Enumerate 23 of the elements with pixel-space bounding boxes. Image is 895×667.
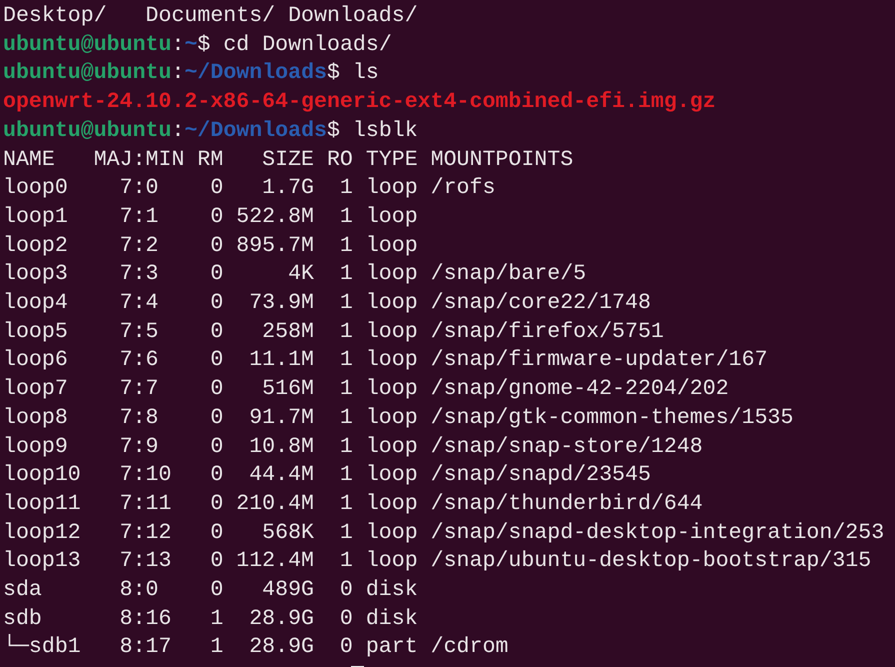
output-line: loop4 7:4 0 73.9M 1 loop /snap/core22/1748	[3, 290, 651, 318]
output-line: sdb 8:16 1 28.9G 0 disk	[3, 606, 418, 633]
output-line: loop11 7:11 0 210.4M 1 loop /snap/thunderbird/644	[3, 490, 703, 518]
output-line: loop1 7:1 0 522.8M 1 loop	[3, 204, 418, 231]
output-line: loop9 7:9 0 10.8M 1 loop /snap/snap-store/1248	[3, 434, 703, 461]
output-line: loop12 7:12 0 568K 1 loop /snap/snapd-desktop-integration/253	[3, 520, 884, 547]
output-line: loop5 7:5 0 258M 1 loop /snap/firefox/5751	[3, 318, 664, 346]
output-line: loop8 7:8 0 91.7M 1 loop /snap/gtk-common-themes/1535	[3, 404, 794, 432]
output-line: loop2 7:2 0 895.7M 1 loop	[3, 232, 418, 260]
output-line: loop7 7:7 0 516M 1 loop /snap/gnome-42-2204/202	[3, 376, 729, 404]
output-line: loop6 7:6 0 11.1M 1 loop /snap/firmware-updater/167	[3, 347, 768, 374]
output-line: └─sdb1 8:17 1 28.9G 0 part /cdrom	[3, 633, 508, 662]
file-name-line: openwrt-24.10.2-x86-64-generic-ext4-combined-efi.img.gz	[3, 89, 716, 116]
output-line: loop13 7:13 0 112.4M 1 loop /snap/ubuntu-desktop-bootstrap/315	[3, 548, 872, 576]
output-line: loop0 7:0 0 1.7G 1 loop /rofs	[3, 175, 496, 202]
output-line: NAME MAJ:MIN RM SIZE RO TYPE MOUNTPOINTS	[3, 146, 574, 174]
output-line: loop10 7:10 0 44.4M 1 loop /snap/snapd/23545	[3, 462, 651, 490]
output-line: sda 8:0 0 489G 0 disk	[3, 577, 418, 604]
output-line: Desktop/ Documents/ Downloads/	[3, 3, 418, 30]
output-line: loop3 7:3 0 4K 1 loop /snap/bare/5	[3, 261, 586, 288]
prompt-line: ubuntu@ubuntu:~/Downloads$ ls	[3, 60, 379, 88]
prompt-line: ubuntu@ubuntu:~/Downloads$ lsblk	[3, 118, 418, 145]
prompt-line: ubuntu@ubuntu:~$ cd Downloads/	[3, 32, 392, 59]
